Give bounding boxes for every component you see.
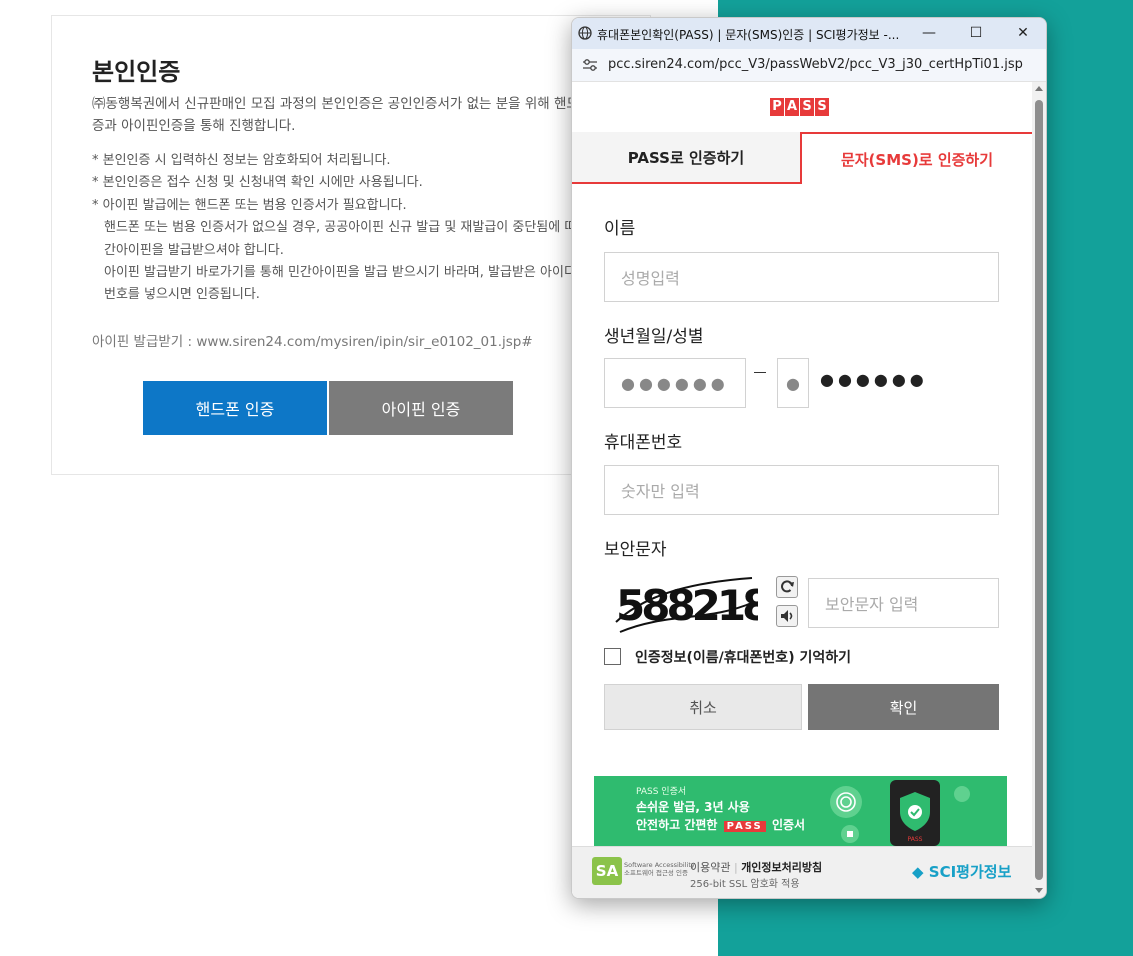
address-bar[interactable]: pcc.siren24.com/pcc_V3/passWebV2/pcc_V3_… bbox=[572, 49, 1046, 82]
url-text[interactable]: pcc.siren24.com/pcc_V3/passWebV2/pcc_V3_… bbox=[608, 57, 1023, 72]
window-title: 휴대폰본인확인(PASS) | 문자(SMS)인증 | SCI평가정보 -... bbox=[597, 28, 900, 42]
sa-text-line: Software Accessibility bbox=[624, 861, 695, 869]
phone-input[interactable]: 숫자만 입력 bbox=[604, 465, 999, 515]
sci-logo: ◆ SCI평가정보 bbox=[912, 863, 1012, 881]
note-item: * 본인인증 시 입력하신 정보는 암호화되어 처리됩니다. bbox=[92, 153, 391, 168]
identity-verification-card: 본인인증 ㈜동행복권에서 신규판매인 모집 과정의 본인인증은 공인인증서가 없… bbox=[51, 15, 651, 475]
note-item: * 본인인증은 접수 신청 및 신청내역 확인 시에만 사용됩니다. bbox=[92, 175, 423, 191]
captcha-refresh-button[interactable] bbox=[776, 576, 798, 598]
note-subtext: 핸드폰 또는 범용 인증서가 없으실 경우, 공공아이핀 신규 발급 및 재발급… bbox=[104, 220, 605, 258]
captcha-input[interactable]: 보안문자 입력 bbox=[808, 578, 999, 628]
scroll-down-icon[interactable] bbox=[1035, 888, 1043, 893]
privacy-link[interactable]: 개인정보처리방침 bbox=[741, 861, 822, 874]
tab-sms-auth[interactable]: 문자(SMS)로 인증하기 bbox=[802, 132, 1032, 184]
footer-links: 이용약관 | 개인정보처리방침 bbox=[690, 861, 823, 874]
terms-link[interactable]: 이용약관 bbox=[690, 861, 730, 874]
banner-subline: 안전하고 간편한 PASS 인증서 bbox=[636, 816, 805, 833]
gender-input[interactable]: ● bbox=[777, 358, 809, 408]
name-input[interactable]: 성명입력 bbox=[604, 252, 999, 302]
birth-dash bbox=[754, 372, 766, 373]
banner-small-text: PASS 인증서 bbox=[636, 787, 687, 797]
site-settings-icon[interactable] bbox=[582, 58, 598, 72]
ipin-auth-button[interactable]: 아이핀 인증 bbox=[329, 381, 513, 435]
notes-list: * 본인인증 시 입력하신 정보는 암호화되어 처리됩니다. * 본인인증은 접… bbox=[92, 150, 612, 307]
globe-icon bbox=[578, 26, 592, 40]
popup-scrollbar[interactable] bbox=[1032, 82, 1046, 898]
note-item-text: * 아이핀 발급에는 핸드폰 또는 범용 인증서가 필요합니다. bbox=[92, 197, 407, 213]
popup-content: P A S S PASS로 인증하기 문자(SMS)로 인증하기 이름 성명입력… bbox=[572, 82, 1032, 898]
refresh-icon bbox=[781, 580, 794, 593]
remember-label[interactable]: 인증정보(이름/휴대폰번호) 기억하기 bbox=[635, 647, 851, 667]
lock-icon bbox=[954, 786, 970, 802]
ssl-notice: 256-bit SSL 암호화 적용 bbox=[690, 879, 800, 890]
phone-auth-button[interactable]: 핸드폰 인증 bbox=[143, 381, 327, 435]
note-subtext: 아이핀 발급받기 바로가기를 통해 민간아이핀을 발급 받으시기 바라며, 발급… bbox=[104, 265, 609, 303]
ipin-issue-link[interactable]: 아이핀 발급받기 : www.siren24.com/mysiren/ipin/… bbox=[92, 330, 533, 350]
pass-logo-letter: A bbox=[785, 98, 799, 116]
banner-headline: 손쉬운 발급, 3년 사용 bbox=[636, 800, 750, 814]
pass-logo-letter: P bbox=[770, 98, 784, 116]
cancel-button[interactable]: 취소 bbox=[604, 684, 802, 730]
page-title: 본인인증 bbox=[92, 58, 181, 86]
banner-pass-logo: PASS bbox=[723, 821, 766, 832]
sa-cert-text: Software Accessibility 소프트웨어 접근성 인증 bbox=[624, 861, 695, 877]
window-titlebar[interactable]: 휴대폰본인확인(PASS) | 문자(SMS)인증 | SCI평가정보 -...… bbox=[572, 18, 1046, 49]
scroll-thumb[interactable] bbox=[1035, 100, 1043, 880]
maximize-button[interactable]: ☐ bbox=[953, 20, 999, 47]
sci-logo-text: SCI평가정보 bbox=[928, 863, 1012, 881]
phone-label: 휴대폰번호 bbox=[604, 433, 683, 453]
pass-cert-banner[interactable]: PASS 인증서 손쉬운 발급, 3년 사용 안전하고 간편한 PASS 인증서… bbox=[594, 776, 1007, 846]
tab-pass-auth[interactable]: PASS로 인증하기 bbox=[572, 132, 802, 184]
close-button[interactable]: ✕ bbox=[1000, 20, 1046, 47]
birth-gender-label: 생년월일/성별 bbox=[604, 327, 704, 347]
minimize-button[interactable]: — bbox=[906, 20, 952, 47]
birthdate-input[interactable]: ●●●●●● bbox=[604, 358, 746, 408]
masked-id-rest: ●●●●●● bbox=[820, 370, 928, 389]
note-item: * 아이핀 발급에는 핸드폰 또는 범용 인증서가 필요합니다. 핸드폰 또는 … bbox=[92, 195, 612, 307]
banner-subline-prefix: 안전하고 간편한 bbox=[636, 818, 718, 832]
captcha-image: 588218 bbox=[615, 577, 758, 633]
pass-logo-letter: S bbox=[800, 98, 814, 116]
pass-logo-letter: S bbox=[815, 98, 829, 116]
fingerprint-icon bbox=[830, 786, 862, 843]
popup-footer: SA Software Accessibility 소프트웨어 접근성 인증 이… bbox=[572, 846, 1032, 898]
pass-logo: P A S S bbox=[770, 98, 829, 116]
name-label: 이름 bbox=[604, 219, 636, 239]
scroll-up-icon[interactable] bbox=[1035, 86, 1043, 91]
captcha-label: 보안문자 bbox=[604, 540, 667, 560]
captcha-audio-button[interactable] bbox=[776, 605, 798, 627]
remember-checkbox[interactable] bbox=[604, 648, 621, 665]
sa-logo: SA bbox=[592, 857, 622, 885]
verification-popup-window: 휴대폰본인확인(PASS) | 문자(SMS)인증 | SCI평가정보 -...… bbox=[571, 17, 1047, 899]
speaker-icon bbox=[781, 610, 793, 622]
confirm-button[interactable]: 확인 bbox=[808, 684, 999, 730]
intro-text: ㈜동행복권에서 신규판매인 모집 과정의 본인인증은 공인인증서가 없는 분을 … bbox=[92, 96, 604, 134]
phone-shield-icon: PASS bbox=[890, 780, 940, 846]
sa-text-line: 소프트웨어 접근성 인증 bbox=[624, 869, 688, 877]
phone-brand-text: PASS bbox=[908, 836, 923, 843]
banner-subline-suffix: 인증서 bbox=[771, 818, 806, 832]
